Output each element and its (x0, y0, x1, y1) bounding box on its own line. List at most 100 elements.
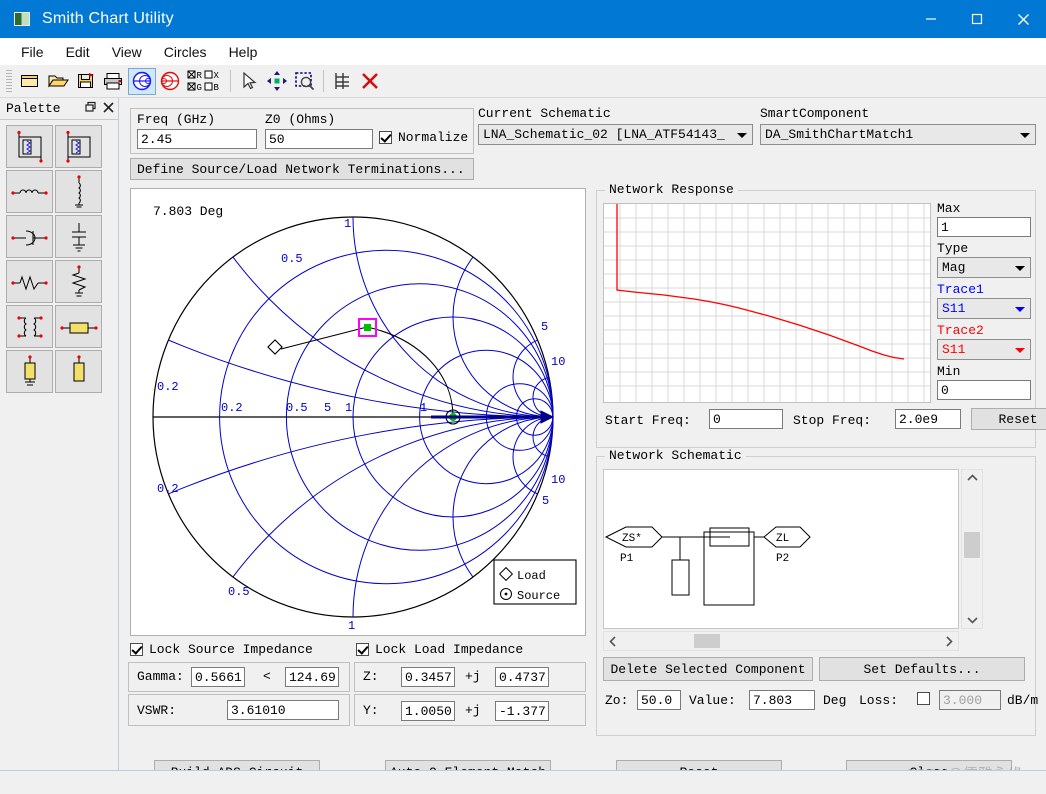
start-freq-input[interactable]: 0 (709, 409, 783, 429)
palette-shunt-capacitor[interactable] (55, 215, 102, 258)
smith-legend: Load Source (493, 559, 577, 605)
zoom-box-icon[interactable] (291, 68, 319, 95)
lock-source-checkbox[interactable] (130, 643, 143, 656)
gamma-magnitude-input[interactable]: 0.5661 (191, 667, 245, 687)
smartcomponent-value: DA_SmithChartMatch1 (765, 127, 914, 142)
network-response-reset-button[interactable]: Reset (971, 408, 1046, 430)
close-button[interactable] (1000, 0, 1046, 38)
value-input[interactable]: 7.803 (749, 690, 815, 710)
lock-load-label: Lock Load Impedance (375, 642, 524, 657)
chevron-down-icon[interactable] (962, 612, 982, 628)
new-icon[interactable] (16, 68, 44, 95)
y-plus-j-label: +j (465, 703, 481, 718)
menu-item-file[interactable]: File (10, 41, 55, 63)
vswr-input[interactable]: 3.61010 (227, 700, 339, 720)
zo-input[interactable]: 50.0 (637, 690, 681, 710)
define-terminations-button[interactable]: Define Source/Load Network Terminations.… (130, 158, 474, 180)
freq-z0-panel: Freq (GHz) 2.45 Z0 (Ohms) 50 Normalize (130, 108, 474, 154)
palette-series-tline[interactable] (55, 305, 102, 348)
chevron-down-icon (1015, 306, 1025, 312)
network-schematic-group: Network Schematic ZS* P1 ZL P2 Delete Se… (596, 448, 1038, 736)
type-combo[interactable]: Mag (937, 257, 1031, 278)
schematic-hscroll-thumb[interactable] (694, 634, 720, 648)
save-icon[interactable] (72, 68, 100, 95)
type-value: Mag (942, 260, 966, 275)
smith-chart-canvas[interactable]: 1 0.5 0.2 0.2 0.5 1 0.2 0.5 1 5 10 10 5 … (130, 188, 586, 636)
close-icon[interactable] (103, 101, 114, 116)
min-input[interactable]: 0 (937, 380, 1031, 400)
impedance-smith-chart-icon[interactable] (128, 67, 156, 95)
grid-icon[interactable] (328, 68, 356, 95)
svg-text:1: 1 (348, 619, 355, 633)
rx-gb-toggle-icon[interactable]: R X G B (184, 68, 226, 95)
palette-series-shunt-block-1[interactable] (6, 125, 53, 168)
palette-shunt-resistor[interactable] (55, 260, 102, 303)
print-icon[interactable] (100, 68, 128, 95)
palette-series-capacitor[interactable] (6, 215, 53, 258)
svg-text:1: 1 (420, 401, 427, 415)
svg-text:5: 5 (542, 494, 549, 508)
delete-icon[interactable] (356, 68, 384, 95)
delete-selected-component-button[interactable]: Delete Selected Component (603, 657, 813, 681)
schematic-vscrollbar[interactable] (961, 469, 983, 629)
stop-freq-input[interactable]: 2.0e9 (895, 409, 961, 429)
menu-item-help[interactable]: Help (218, 41, 269, 63)
pan-move-icon[interactable] (263, 68, 291, 95)
palette-series-shunt-block-2[interactable] (55, 125, 102, 168)
toolbar-grip[interactable] (6, 70, 12, 92)
trace2-value: S11 (942, 342, 966, 357)
loss-checkbox[interactable] (917, 692, 930, 705)
svg-text:5: 5 (541, 320, 548, 334)
lock-load-checkbox[interactable] (356, 643, 369, 656)
app-icon (14, 12, 30, 26)
svg-text:ZL: ZL (776, 533, 789, 545)
svg-text:B: B (214, 83, 220, 93)
chevron-down-icon (1015, 265, 1025, 271)
z0-input[interactable]: 50 (265, 129, 373, 149)
svg-text:0.2: 0.2 (157, 482, 179, 496)
normalize-label: Normalize (398, 130, 469, 145)
gamma-angle-input[interactable]: 124.69 (285, 667, 339, 687)
z-real-input[interactable]: 0.3457 (401, 667, 455, 687)
z-imag-input[interactable]: 0.4737 (495, 667, 549, 687)
max-input[interactable]: 1 (937, 217, 1031, 237)
schematic-vscroll-thumb[interactable] (964, 532, 980, 558)
palette-shunt-stub[interactable] (6, 350, 53, 393)
chevron-right-icon[interactable] (940, 632, 958, 650)
admittance-smith-chart-icon[interactable] (156, 68, 184, 95)
palette-shunt-inductor[interactable] (55, 170, 102, 213)
y-imag-input[interactable]: -1.377 (495, 701, 549, 721)
chevron-left-icon[interactable] (604, 632, 622, 650)
menu-item-view[interactable]: View (101, 41, 153, 63)
current-schematic-combo[interactable]: LNA_Schematic_02 [LNA_ATF54143_ (478, 124, 753, 145)
open-icon[interactable] (44, 68, 72, 95)
menu-item-circles[interactable]: Circles (153, 41, 218, 63)
chevron-up-icon[interactable] (962, 470, 982, 486)
palette-transformer[interactable] (6, 305, 53, 348)
select-arrow-icon[interactable] (235, 68, 263, 95)
normalize-checkbox[interactable] (379, 131, 392, 144)
freq-input[interactable]: 2.45 (137, 129, 257, 149)
window-controls (908, 0, 1046, 38)
set-defaults-button[interactable]: Set Defaults... (819, 657, 1025, 681)
menu-item-edit[interactable]: Edit (55, 41, 101, 63)
smartcomponent-combo[interactable]: DA_SmithChartMatch1 (760, 124, 1036, 145)
network-response-plot[interactable] (603, 203, 931, 403)
value-label: Value: (689, 693, 736, 708)
palette-open-stub[interactable] (55, 350, 102, 393)
lock-source-label: Lock Source Impedance (149, 642, 313, 657)
y-real-input[interactable]: 1.0050 (401, 701, 455, 721)
vswr-label: VSWR: (137, 703, 177, 718)
trace1-combo[interactable]: S11 (937, 298, 1031, 319)
trace2-combo[interactable]: S11 (937, 339, 1031, 360)
current-schematic-label: Current Schematic (478, 106, 611, 121)
float-icon[interactable] (85, 101, 97, 116)
minimize-button[interactable] (908, 0, 954, 38)
maximize-button[interactable] (954, 0, 1000, 38)
schematic-canvas[interactable]: ZS* P1 ZL P2 (603, 469, 959, 629)
schematic-hscrollbar[interactable] (603, 631, 959, 651)
start-freq-label: Start Freq: (605, 413, 691, 428)
palette-series-inductor[interactable] (6, 170, 53, 213)
palette-series-resistor[interactable] (6, 260, 53, 303)
current-schematic-group: Current Schematic LNA_Schematic_02 [LNA_… (478, 106, 756, 145)
